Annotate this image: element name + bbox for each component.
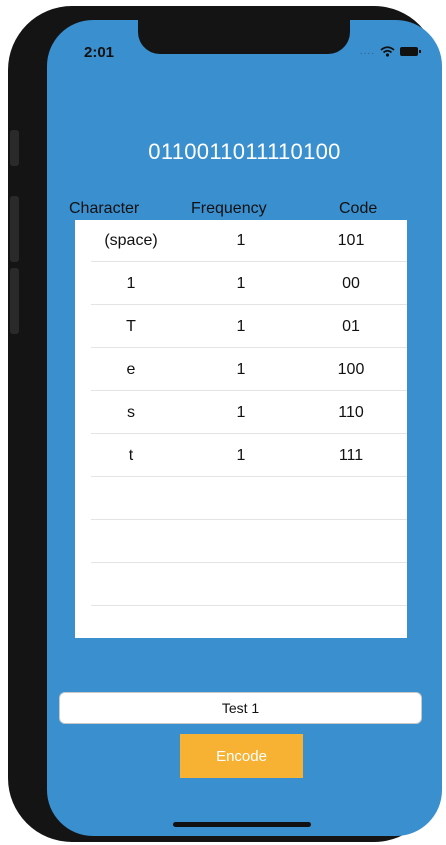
cell-character: t <box>128 447 134 464</box>
row-separator <box>91 261 407 262</box>
empty-row[interactable] <box>75 521 407 563</box>
row-separator <box>91 476 407 477</box>
row-separator <box>91 605 407 606</box>
mute-switch <box>10 130 19 166</box>
row-separator <box>91 390 407 391</box>
notch <box>138 20 350 54</box>
cell-code: 111 <box>338 447 364 464</box>
cell-code: 100 <box>337 361 365 378</box>
header-frequency: Frequency <box>191 200 267 217</box>
table-row[interactable]: t 1 111 <box>75 435 407 477</box>
header-character: Character <box>69 200 140 217</box>
volume-up-button <box>10 196 19 262</box>
header-code: Code <box>339 200 378 217</box>
row-separator <box>91 562 407 563</box>
app-screen: 2:01 .... 0110011011110100 Character Fre… <box>47 20 442 836</box>
signal-dots-icon: .... <box>359 46 375 57</box>
row-separator <box>91 347 407 348</box>
text-input[interactable]: Test 1 <box>59 692 422 724</box>
status-icons: .... <box>359 46 421 57</box>
cell-character: s <box>127 404 135 421</box>
frequency-table[interactable]: (space) 1 101 1 1 00 T 1 01 e 1 100 s 1 … <box>75 220 407 638</box>
encode-button[interactable]: Encode <box>180 734 303 778</box>
table-row[interactable]: (space) 1 101 <box>75 220 407 262</box>
cell-frequency: 1 <box>236 275 246 292</box>
home-indicator[interactable] <box>173 822 311 827</box>
encoded-output: 0110011011110100 <box>148 139 341 164</box>
device-frame: 2:01 .... 0110011011110100 Character Fre… <box>8 6 442 842</box>
cell-character: 1 <box>126 275 136 292</box>
cell-frequency: 1 <box>236 447 246 464</box>
table-row[interactable]: T 1 01 <box>75 306 407 348</box>
row-separator <box>91 433 407 434</box>
cell-frequency: 1 <box>236 404 246 421</box>
cell-code: 01 <box>342 318 360 335</box>
empty-row[interactable] <box>75 478 407 520</box>
cell-frequency: 1 <box>236 232 246 249</box>
cell-character: T <box>126 318 136 335</box>
cell-code: 101 <box>337 232 365 249</box>
battery-icon <box>400 47 421 56</box>
cell-code: 110 <box>338 404 364 421</box>
cell-frequency: 1 <box>236 318 246 335</box>
empty-row[interactable] <box>75 564 407 606</box>
cell-character: (space) <box>104 232 158 249</box>
row-separator <box>91 304 407 305</box>
cell-frequency: 1 <box>236 361 246 378</box>
row-separator <box>91 519 407 520</box>
table-row[interactable]: 1 1 00 <box>75 263 407 305</box>
cell-code: 00 <box>342 275 360 292</box>
table-row[interactable]: e 1 100 <box>75 349 407 391</box>
status-time: 2:01 <box>84 44 115 61</box>
table-headers: Character Frequency Code <box>47 200 442 222</box>
table-row[interactable]: s 1 110 <box>75 392 407 434</box>
cell-character: e <box>126 361 136 378</box>
wifi-icon <box>380 46 395 57</box>
volume-down-button <box>10 268 19 334</box>
